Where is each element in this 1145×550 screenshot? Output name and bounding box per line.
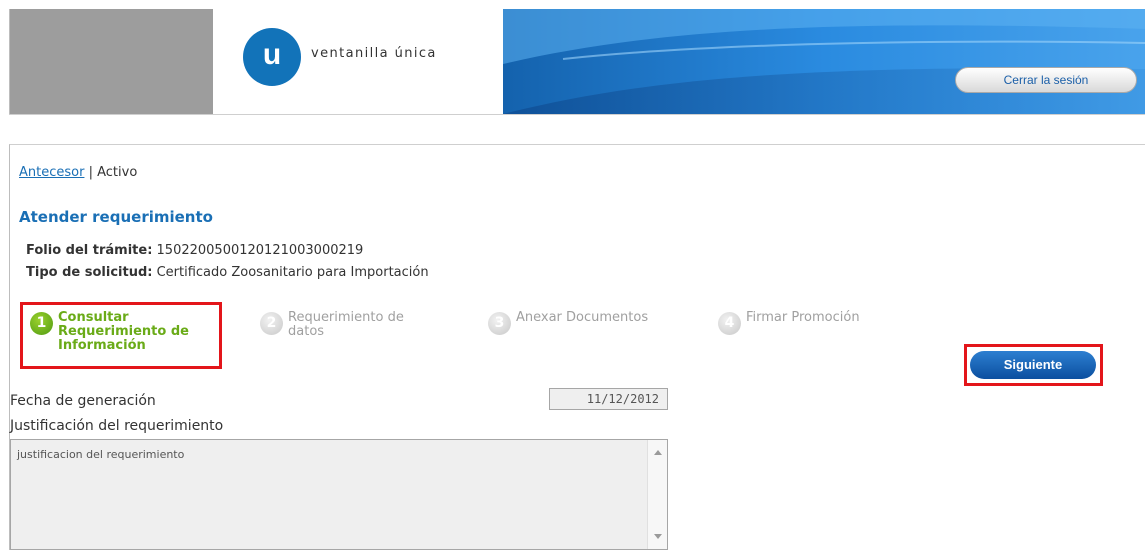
step-3[interactable]: 3 Anexar Documentos [488, 311, 708, 341]
breadcrumb-link-antecesor[interactable]: Antecesor [19, 165, 84, 180]
breadcrumb-separator: | [88, 165, 93, 180]
step-1-label: Consultar Requerimiento de Información [58, 310, 189, 353]
folio-value: 150220050012012100300021​9 [156, 243, 364, 258]
tipo-row: Tipo de solicitud: Certificado Zoosanita… [26, 265, 429, 280]
header: u ventanilla única Cerrar la sesión [9, 9, 1145, 114]
step-1-number-icon: 1 [30, 312, 53, 335]
textarea-scrollbar[interactable] [647, 440, 667, 549]
folio-row: Folio del trámite: 150220050012012100300… [26, 243, 363, 258]
next-button[interactable]: Siguiente [970, 351, 1096, 379]
justificacion-textarea[interactable]: justificacion del requerimiento [10, 439, 668, 550]
tipo-label: Tipo de solicitud: [26, 265, 153, 280]
header-gray-panel [10, 9, 213, 114]
step-1[interactable]: 1 Consultar Requerimiento de Información [30, 311, 220, 361]
step-4-label: Firmar Promoción [746, 310, 860, 325]
step-4-number-icon: 4 [718, 312, 741, 335]
folio-label: Folio del trámite: [26, 243, 153, 258]
step-2-number-icon: 2 [260, 312, 283, 335]
logout-button[interactable]: Cerrar la sesión [955, 67, 1137, 93]
breadcrumb-current: Activo [97, 165, 138, 180]
step-4[interactable]: 4 Firmar Promoción [718, 311, 938, 341]
page: u ventanilla única Cerrar la sesión Ante… [0, 0, 1145, 550]
logo-icon: u [243, 28, 301, 86]
step-2[interactable]: 2 Requerimiento de datos [260, 311, 460, 351]
banner-graphic [503, 9, 1145, 114]
justificacion-label: Justificación del requerimiento [10, 418, 224, 434]
breadcrumb: Antecesor | Activo [19, 165, 137, 180]
main-content: Antecesor | Activo Atender requerimiento… [9, 144, 1145, 550]
scroll-up-icon[interactable] [654, 450, 662, 455]
tipo-value: Certificado Zoosanitario para Importació… [156, 265, 429, 280]
step-2-label: Requerimiento de datos [288, 310, 404, 339]
fecha-input[interactable] [549, 388, 668, 410]
step-3-label: Anexar Documentos [516, 310, 649, 325]
scroll-down-icon[interactable] [654, 534, 662, 539]
header-divider [9, 114, 1145, 115]
header-banner: Cerrar la sesión [503, 9, 1145, 114]
fecha-label: Fecha de generación [10, 393, 156, 409]
page-title: Atender requerimiento [19, 208, 213, 226]
step-3-number-icon: 3 [488, 312, 511, 335]
logo-panel: u ventanilla única [213, 9, 503, 114]
logo-text: ventanilla única [311, 46, 437, 61]
